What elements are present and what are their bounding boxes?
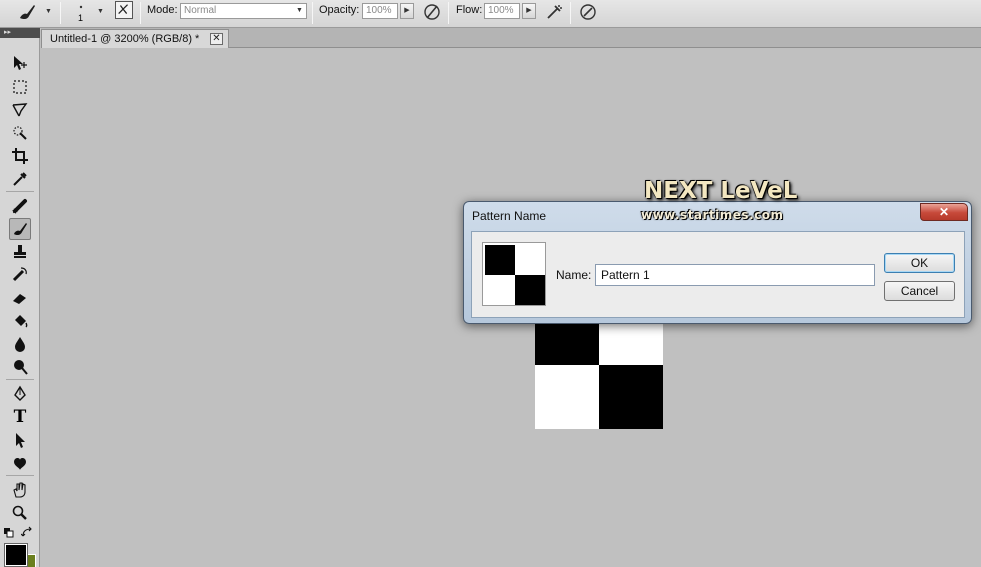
pattern-preview-black-cell (515, 275, 545, 305)
separator (140, 2, 141, 24)
dialog-title: Pattern Name (472, 209, 547, 223)
options-bar: ▼ 1 ▼ Mode: Normal ▼ Opacity: 100% ▶ Flo… (0, 0, 981, 28)
opacity-label: Opacity: (319, 4, 360, 16)
crop-tool-icon[interactable] (9, 145, 31, 167)
ok-button[interactable]: OK (884, 253, 955, 273)
document-tab-bar: Untitled-1 @ 3200% (RGB/8) * ✕ (41, 28, 981, 48)
paint-bucket-tool-icon[interactable] (9, 310, 31, 332)
opacity-slider-arrow-icon[interactable]: ▶ (400, 3, 414, 19)
default-colors-icon[interactable] (3, 527, 17, 539)
cancel-button[interactable]: Cancel (884, 281, 955, 301)
document-tab[interactable]: Untitled-1 @ 3200% (RGB/8) * ✕ (41, 29, 229, 48)
pen-tool-icon[interactable] (9, 383, 31, 405)
mode-select[interactable]: Normal (180, 3, 294, 19)
brush-tool-icon[interactable] (16, 1, 38, 23)
watermark-url: www.startimes.com (641, 208, 784, 222)
zoom-tool-icon[interactable] (9, 502, 31, 524)
opacity-input[interactable]: 100% (362, 3, 398, 19)
tool-preset-caret-icon[interactable]: ▼ (45, 8, 52, 15)
close-icon[interactable]: ✕ (210, 33, 223, 45)
pattern-preview-black-cell (485, 245, 515, 275)
custom-shape-tool-icon[interactable] (9, 452, 31, 474)
marquee-tool-icon[interactable] (9, 76, 31, 98)
separator (6, 379, 34, 380)
eyedropper-tool-icon[interactable] (9, 168, 31, 190)
separator (6, 475, 34, 476)
foreground-color-swatch[interactable] (4, 543, 28, 567)
swap-colors-icon[interactable] (21, 526, 35, 539)
pressure-size-icon[interactable] (577, 1, 599, 23)
eraser-tool-icon[interactable] (9, 287, 31, 309)
pressure-opacity-icon[interactable] (421, 1, 443, 23)
dialog-body: Name: OK Cancel (471, 231, 965, 318)
mode-dropdown-chevron-icon[interactable]: ▼ (293, 3, 307, 19)
path-selection-tool-icon[interactable] (9, 429, 31, 451)
blur-tool-icon[interactable] (9, 333, 31, 355)
lasso-tool-icon[interactable] (9, 99, 31, 121)
watermark-title: NEXT LeVeL (644, 178, 798, 204)
clone-stamp-tool-icon[interactable] (9, 241, 31, 263)
spot-healing-tool-icon[interactable] (9, 195, 31, 217)
quick-selection-tool-icon[interactable] (9, 122, 31, 144)
canvas-pixel-black (599, 365, 663, 429)
name-label: Name: (556, 268, 592, 282)
pattern-preview (482, 242, 546, 306)
separator (6, 191, 34, 192)
flow-slider-arrow-icon[interactable]: ▶ (522, 3, 536, 19)
separator (312, 2, 313, 24)
brush-picker-caret-icon[interactable]: ▼ (97, 8, 104, 15)
move-tool-icon[interactable] (9, 52, 31, 74)
separator (60, 2, 61, 24)
airbrush-icon[interactable] (543, 1, 565, 23)
mode-label: Mode: (147, 4, 178, 16)
dodge-tool-icon[interactable] (9, 356, 31, 378)
separator (570, 2, 571, 24)
separator (448, 2, 449, 24)
document-tab-title: Untitled-1 @ 3200% (RGB/8) * (50, 33, 200, 45)
hand-tool-icon[interactable] (9, 479, 31, 501)
pattern-name-input[interactable] (595, 264, 875, 286)
brush-panel-toggle-icon[interactable] (115, 1, 133, 19)
brush-tool-icon[interactable] (9, 218, 31, 240)
brush-size-value: 1 (78, 13, 84, 23)
flow-label: Flow: (456, 4, 483, 16)
flow-input[interactable]: 100% (484, 3, 520, 19)
dialog-close-button[interactable]: ✕ (920, 203, 968, 221)
type-tool-icon[interactable]: T (9, 406, 31, 428)
tools-panel: ▸▸ T (0, 28, 40, 567)
history-brush-tool-icon[interactable] (9, 264, 31, 286)
tools-panel-collapse[interactable]: ▸▸ (0, 28, 40, 38)
